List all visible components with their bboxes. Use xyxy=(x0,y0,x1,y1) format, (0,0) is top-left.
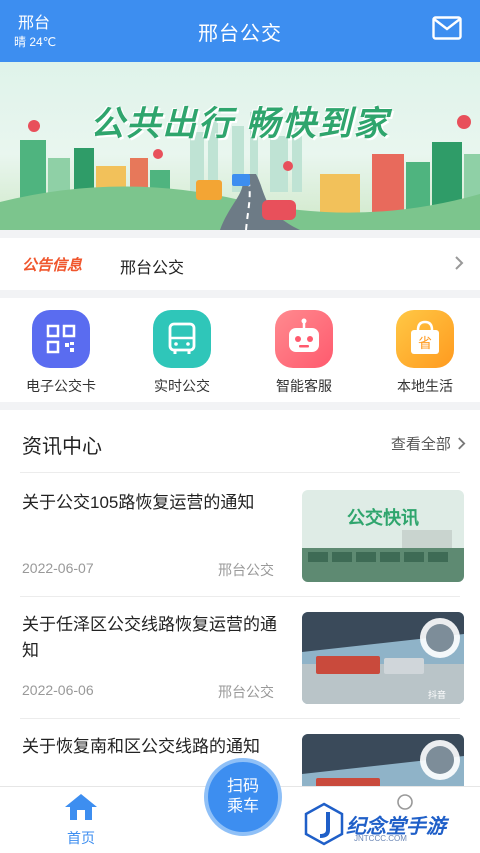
thumb-caption: 公交快讯 xyxy=(347,507,419,529)
article-title: 关于任泽区公交线路恢复运营的通知 xyxy=(22,615,277,660)
menu-label: 电子公交卡 xyxy=(26,378,96,394)
menu-label: 智能客服 xyxy=(276,378,332,394)
qr-code-icon xyxy=(32,310,90,368)
app-header: 邢台 晴 24℃ 邢台公交 xyxy=(0,0,480,62)
scan-label-line1: 扫码 xyxy=(226,778,259,795)
article-source: 邢台公交 xyxy=(218,684,274,700)
menu-item-bus-card[interactable]: 电子公交卡 xyxy=(11,310,111,396)
article-title: 关于恢复南和区公交线路的通知 xyxy=(22,737,260,756)
city-illustration xyxy=(0,112,480,230)
site-watermark: 纪念堂手游 JNTCCC.COM xyxy=(300,800,476,850)
scan-to-ride-button[interactable]: 扫码 乘车 xyxy=(204,758,282,836)
divider xyxy=(20,718,460,719)
menu-label: 实时公交 xyxy=(154,378,210,394)
article-thumbnail: 公交快讯 xyxy=(302,490,464,582)
article-date: 2022-06-07 xyxy=(22,560,94,576)
bus-icon xyxy=(153,310,211,368)
chevron-right-icon xyxy=(458,437,466,450)
divider xyxy=(20,472,460,473)
chevron-right-icon[interactable] xyxy=(454,256,464,270)
menu-label: 本地生活 xyxy=(397,378,453,394)
news-article[interactable]: 关于任泽区公交线路恢复运营的通知 2022-06-06 邢台公交 抖音 xyxy=(0,612,480,732)
mail-icon[interactable] xyxy=(432,16,462,40)
article-date: 2022-06-06 xyxy=(22,682,94,698)
thumb-caption: 抖音 xyxy=(428,689,446,701)
tab-home[interactable]: 首页 xyxy=(56,793,106,848)
watermark-subtext: JNTCCC.COM xyxy=(354,834,407,843)
robot-icon xyxy=(275,310,333,368)
watermark-logo xyxy=(304,802,344,846)
article-thumbnail: 抖音 xyxy=(302,612,464,704)
quick-menu: 电子公交卡 实时公交 智能客服 省 本地生活 xyxy=(0,298,480,402)
view-all-link[interactable]: 查看全部 xyxy=(391,433,466,454)
notice-tag: 公告信息 xyxy=(22,257,83,274)
tab-home-label: 首页 xyxy=(67,830,95,846)
svg-text:省: 省 xyxy=(418,336,432,352)
article-title: 关于公交105路恢复运营的通知 xyxy=(22,493,255,512)
notice-bar[interactable]: 公告信息 邢台公交 xyxy=(0,238,480,290)
divider xyxy=(20,596,460,597)
news-article[interactable]: 关于公交105路恢复运营的通知 2022-06-07 邢台公交 公交快讯 xyxy=(0,490,480,610)
banner-slogan: 公共出行 畅快到家 xyxy=(90,105,390,143)
section-title: 资讯中心 xyxy=(22,436,102,458)
scan-label-line2: 乘车 xyxy=(226,798,259,815)
menu-item-local-life[interactable]: 省 本地生活 xyxy=(375,310,475,396)
promo-banner[interactable]: 公共出行 畅快到家 xyxy=(0,62,480,230)
notice-text[interactable]: 邢台公交 xyxy=(120,254,184,278)
page-title: 邢台公交 xyxy=(198,23,282,45)
article-source: 邢台公交 xyxy=(218,562,274,578)
menu-item-customer-service[interactable]: 智能客服 xyxy=(254,310,354,396)
view-all-label: 查看全部 xyxy=(390,436,451,453)
home-icon xyxy=(65,794,97,820)
menu-item-realtime-bus[interactable]: 实时公交 xyxy=(132,310,232,396)
shopping-bag-icon: 省 xyxy=(396,310,454,368)
